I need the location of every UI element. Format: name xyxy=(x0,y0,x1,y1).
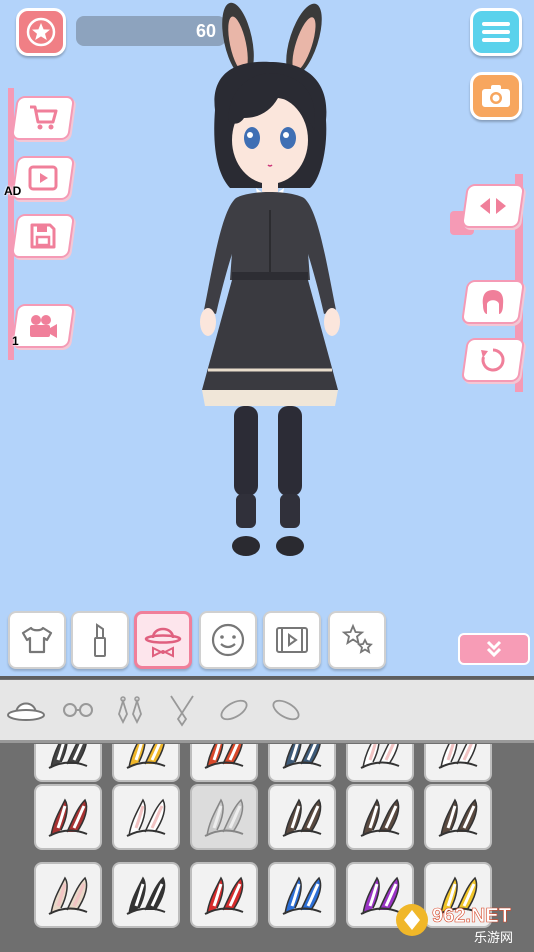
bunny-ears-icon xyxy=(438,798,478,837)
item-slot[interactable] xyxy=(190,862,258,928)
bunny-ears-icon xyxy=(126,744,166,769)
subtab-bracelet-alt[interactable] xyxy=(266,690,306,730)
watermark-sub: 乐游网 xyxy=(474,931,513,946)
bunny-ears-icon xyxy=(48,876,88,915)
hairstyle-button[interactable] xyxy=(460,280,526,324)
tab-stickers[interactable] xyxy=(328,611,386,669)
menu-button[interactable] xyxy=(470,8,522,56)
item-slot[interactable] xyxy=(346,744,414,782)
pose-switch-button[interactable] xyxy=(460,184,526,228)
video-camera-icon xyxy=(30,315,57,338)
tab-accessories[interactable] xyxy=(134,611,192,669)
item-slot[interactable] xyxy=(112,784,180,850)
earrings-icon xyxy=(118,696,142,725)
hamburger-icon xyxy=(482,22,510,26)
camera-icon xyxy=(482,85,510,107)
favorites-button[interactable] xyxy=(16,8,66,56)
hair-icon xyxy=(482,290,504,314)
item-slot[interactable] xyxy=(190,744,258,782)
item-slot[interactable] xyxy=(268,862,336,928)
bunny-ears-icon xyxy=(438,744,478,769)
left-right-arrows-icon xyxy=(480,198,506,214)
item-slot[interactable] xyxy=(34,784,102,850)
tab-video[interactable] xyxy=(263,611,321,669)
item-slot[interactable] xyxy=(424,784,492,850)
video-count-label: 1 xyxy=(12,334,19,348)
bunny-ears-icon xyxy=(126,798,166,837)
hat-icon xyxy=(7,702,45,721)
bracelet-alt-icon xyxy=(272,699,300,721)
bunny-ears-icon xyxy=(282,744,322,769)
tab-face[interactable] xyxy=(199,611,257,669)
bunny-ears-icon xyxy=(204,798,244,837)
floppy-disk-icon xyxy=(30,223,56,249)
glasses-icon xyxy=(63,703,93,717)
smiley-icon xyxy=(211,623,245,657)
record-video-button[interactable] xyxy=(10,304,76,348)
bunny-ears-icon xyxy=(360,798,400,837)
lipstick-icon xyxy=(94,623,106,657)
necklace-icon xyxy=(170,695,194,727)
double-chevron-down-icon xyxy=(486,640,502,658)
tab-makeup[interactable] xyxy=(71,611,129,669)
film-icon xyxy=(276,627,308,653)
item-slot[interactable] xyxy=(34,744,102,782)
cart-icon xyxy=(30,105,58,130)
collapse-panel-button[interactable] xyxy=(458,633,530,665)
subtab-hat[interactable] xyxy=(6,690,46,730)
item-slot[interactable] xyxy=(34,862,102,928)
bunny-ears-icon xyxy=(282,798,322,837)
item-slot[interactable] xyxy=(424,744,492,782)
bunny-ears-icon xyxy=(204,876,244,915)
hat-bow-icon xyxy=(144,627,182,658)
item-slot[interactable] xyxy=(190,784,258,850)
watermark-brand: 962.NET xyxy=(432,905,511,927)
bunny-ears-icon xyxy=(282,876,322,915)
video-play-icon xyxy=(28,165,58,191)
bracelet-icon xyxy=(220,699,248,721)
bunny-ears-icon xyxy=(204,744,244,769)
watermark-logo: 962.NET 乐游网 xyxy=(396,904,513,946)
item-slot[interactable] xyxy=(268,784,336,850)
tshirt-icon xyxy=(21,626,53,654)
subtab-necklace[interactable] xyxy=(162,690,202,730)
character-model[interactable] xyxy=(170,0,370,565)
subtab-earrings[interactable] xyxy=(110,690,150,730)
reset-button[interactable] xyxy=(460,338,526,382)
item-slot[interactable] xyxy=(346,784,414,850)
shop-button[interactable] xyxy=(10,96,76,140)
star-icon xyxy=(26,17,56,47)
item-slot[interactable] xyxy=(112,744,180,782)
bunny-ears-icon xyxy=(126,876,166,915)
ad-label: AD xyxy=(4,184,22,198)
save-button[interactable] xyxy=(10,214,76,258)
subtab-glasses[interactable] xyxy=(58,690,98,730)
camera-button[interactable] xyxy=(470,72,522,120)
stars-icon xyxy=(341,623,373,654)
subtab-bracelet[interactable] xyxy=(214,690,254,730)
rotate-icon xyxy=(481,348,505,372)
bunny-ears-icon xyxy=(48,798,88,837)
item-slot[interactable] xyxy=(112,862,180,928)
bunny-ears-icon xyxy=(48,744,88,769)
item-slot[interactable] xyxy=(268,744,336,782)
tab-clothes[interactable] xyxy=(8,611,66,669)
bunny-ears-icon xyxy=(360,744,400,769)
